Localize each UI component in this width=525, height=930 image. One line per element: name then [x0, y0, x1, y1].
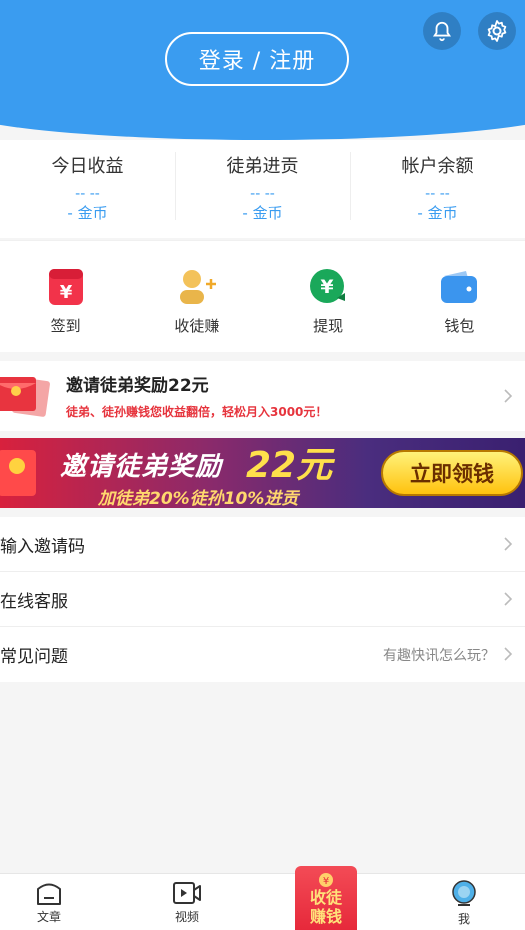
chevron-right-icon [504, 389, 513, 403]
stat-coin: - 金币 [417, 204, 458, 222]
tab-articles[interactable]: 文章 [14, 880, 84, 925]
tab-recruit-earn[interactable]: ¥ 收徒 赚钱 [295, 866, 357, 930]
stat-value: -- -- [75, 186, 100, 202]
banner-amount: 22元 [246, 445, 333, 486]
bottom-tab-bar: 文章 视频 ¥ 收徒 赚钱 我 [0, 866, 525, 930]
gear-icon[interactable] [478, 12, 516, 50]
menu-label: 输入邀请码 [0, 536, 85, 557]
tab-label: 我 [457, 912, 470, 926]
tab-center-line1: 收徒 [309, 888, 342, 907]
quick-label: 提现 [313, 317, 344, 335]
claim-money-button[interactable]: 立即领钱 [381, 450, 523, 496]
wallet-icon [439, 267, 479, 307]
tab-me[interactable]: 我 [429, 880, 499, 927]
settings-menu: 输入邀请码 在线客服 常见问题 有趣快讯怎么玩？ [0, 517, 525, 682]
menu-hint: 有趣快讯怎么玩？ [383, 647, 495, 664]
profile-header: 登录 / 注册 [0, 0, 525, 160]
stat-value: -- -- [425, 186, 450, 202]
banner-subtitle: 加徒弟20%徒孙10%进贡 [98, 489, 299, 508]
stat-title: 今日收益 [51, 156, 124, 177]
stat-account-balance[interactable]: 帐户余额 -- -- - 金币 [350, 140, 525, 238]
red-envelope-icon [0, 373, 50, 423]
quick-recruit[interactable]: 收徒赚 [131, 241, 262, 352]
withdraw-icon: ¥ [308, 267, 348, 307]
menu-faq[interactable]: 常见问题 有趣快讯怎么玩？ [0, 627, 525, 682]
menu-label: 在线客服 [0, 591, 68, 612]
coin-icon: ¥ [319, 873, 333, 887]
menu-enter-invite-code[interactable]: 输入邀请码 [0, 517, 525, 572]
stat-today-earnings[interactable]: 今日收益 -- -- - 金币 [0, 140, 175, 238]
stat-coin: - 金币 [242, 204, 283, 222]
banner-title: 邀请徒弟奖励 [60, 452, 223, 482]
quick-label: 钱包 [444, 317, 475, 335]
quick-actions: ¥ 签到 收徒赚 ¥ 提现 钱包 [0, 240, 525, 352]
stat-title: 徒弟进贡 [226, 156, 299, 177]
chevron-right-icon [504, 647, 513, 661]
video-icon [173, 882, 201, 904]
quick-label: 签到 [50, 317, 81, 335]
recruit-icon [177, 267, 217, 307]
stat-coin: - 金币 [67, 204, 108, 222]
quick-label: 收徒赚 [174, 317, 220, 335]
tab-label: 文章 [36, 910, 61, 924]
tab-center-line2: 赚钱 [309, 907, 342, 926]
stat-apprentice-tribute[interactable]: 徒弟进贡 -- -- - 金币 [175, 140, 350, 238]
svg-text:¥: ¥ [321, 276, 334, 298]
menu-label: 常见问题 [0, 647, 68, 667]
home-icon [37, 883, 61, 905]
invite-subtitle: 徒弟、徒孙赚钱您收益翻倍，轻松月入3000元！ [66, 405, 328, 419]
svg-text:¥: ¥ [323, 876, 329, 887]
quick-wallet[interactable]: 钱包 [394, 241, 525, 352]
red-envelope-icon [0, 446, 44, 506]
quick-signin[interactable]: ¥ 签到 [0, 241, 131, 352]
quick-withdraw[interactable]: ¥ 提现 [263, 241, 394, 352]
chevron-right-icon [504, 592, 513, 606]
bell-icon[interactable] [423, 12, 461, 50]
invite-title: 邀请徒弟奖励22元 [66, 376, 209, 396]
login-register-button[interactable]: 登录 / 注册 [165, 32, 349, 86]
earnings-stats: 今日收益 -- -- - 金币 徒弟进贡 -- -- - 金币 帐户余额 -- … [0, 140, 525, 238]
signin-icon: ¥ [46, 267, 86, 307]
avatar-icon [452, 880, 476, 906]
svg-text:¥: ¥ [59, 282, 72, 303]
invite-banner[interactable]: 邀请徒弟奖励 22元 加徒弟20%徒孙10%进贡 立即领钱 [0, 438, 525, 508]
stat-value: -- -- [250, 186, 275, 202]
stat-title: 帐户余额 [401, 156, 474, 177]
menu-online-support[interactable]: 在线客服 [0, 572, 525, 627]
invite-card[interactable]: 邀请徒弟奖励22元 徒弟、徒孙赚钱您收益翻倍，轻松月入3000元！ [0, 361, 525, 431]
tab-label: 视频 [174, 910, 199, 924]
tab-video[interactable]: 视频 [152, 880, 222, 925]
chevron-right-icon [504, 537, 513, 551]
